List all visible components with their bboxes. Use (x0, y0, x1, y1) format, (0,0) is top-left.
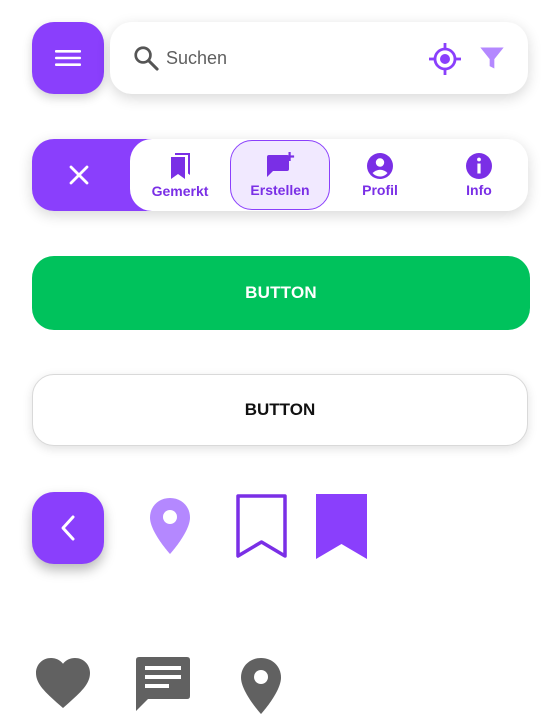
nav-item-profil[interactable]: Profil (330, 139, 430, 211)
nav-item-label: Info (466, 182, 492, 198)
filter-icon[interactable] (478, 44, 506, 72)
nav-item-gemerkt[interactable]: Gemerkt (130, 139, 230, 211)
nav-item-label: Gemerkt (151, 183, 209, 199)
menu-button[interactable] (32, 22, 104, 94)
nav-item-erstellen[interactable]: Erstellen (230, 140, 330, 210)
location-pin-icon[interactable] (238, 656, 284, 716)
account-circle-icon (367, 153, 393, 179)
comment-icon[interactable] (134, 656, 192, 712)
primary-button[interactable]: BUTTON (32, 256, 530, 330)
menu-icon (55, 50, 81, 66)
outline-button[interactable]: BUTTON (32, 374, 528, 446)
add-comment-icon (267, 152, 295, 177)
nav-item-info[interactable]: Info (430, 139, 528, 211)
heart-icon[interactable] (34, 656, 92, 710)
bookmarks-icon (171, 153, 190, 179)
search-bar (110, 22, 528, 94)
bookmark-outline-icon[interactable] (234, 492, 289, 560)
bookmark-filled-icon[interactable] (314, 492, 369, 560)
back-button[interactable] (32, 492, 104, 564)
nav-item-label: Erstellen (250, 182, 310, 198)
search-icon (134, 46, 159, 71)
location-pin-icon[interactable] (148, 496, 192, 556)
close-icon (69, 165, 89, 185)
nav-item-label: Profil (362, 182, 398, 198)
search-input[interactable] (166, 42, 416, 74)
my-location-icon[interactable] (428, 42, 462, 76)
bottom-navigation: Gemerkt Erstellen Profil Info (32, 139, 528, 211)
chevron-left-icon (61, 515, 75, 541)
info-icon (466, 153, 492, 179)
nav-items: Gemerkt Erstellen Profil Info (130, 139, 528, 211)
